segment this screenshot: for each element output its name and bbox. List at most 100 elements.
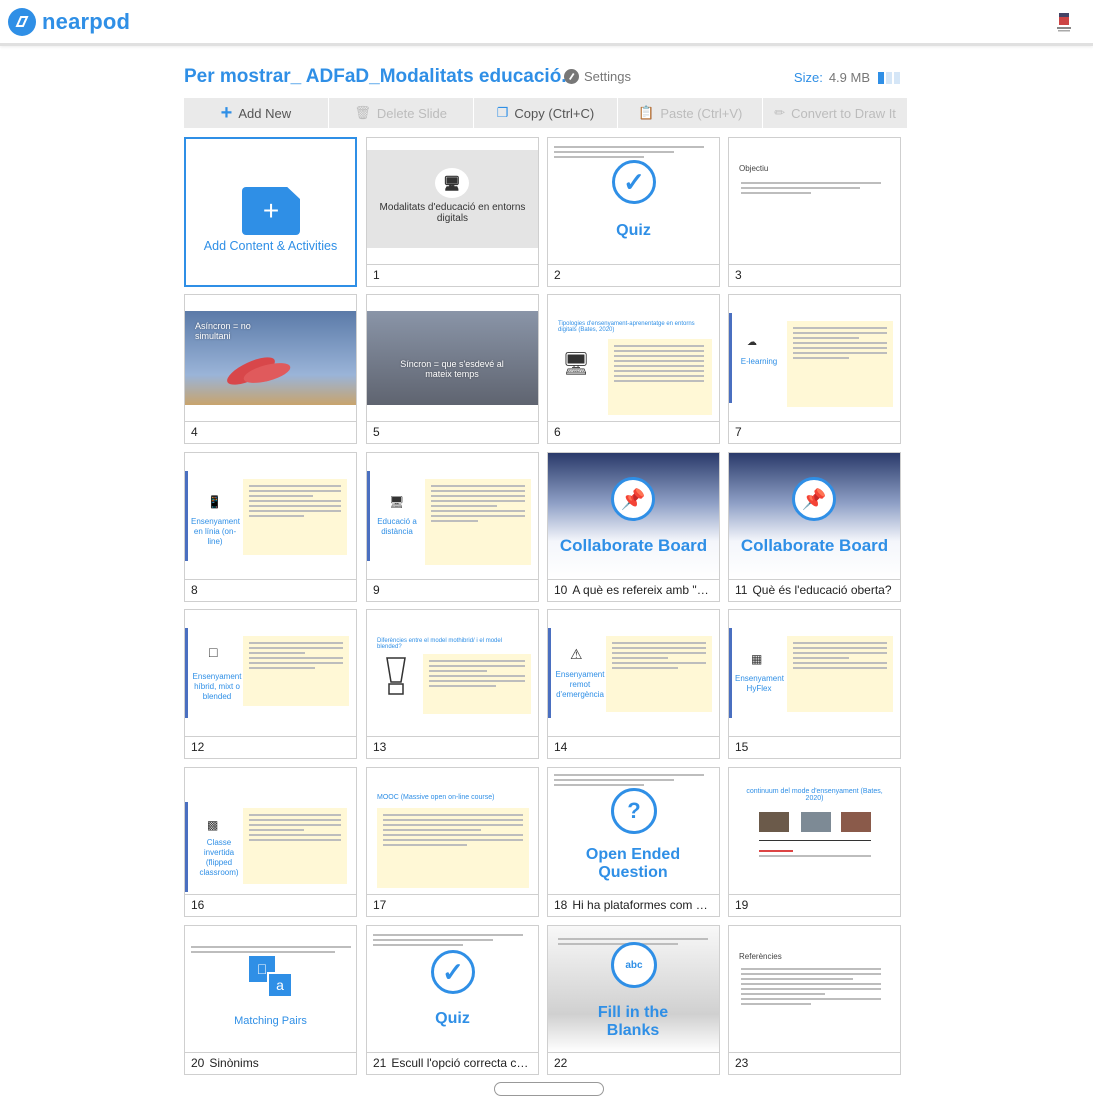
classroom-icon: ▩ — [207, 818, 219, 832]
slide-label: 7 — [729, 421, 900, 443]
slide-thumbnail: abc Fill in the Blanks — [548, 926, 719, 1052]
slide-card[interactable]: 📌 Collaborate Board 10 A què es refereix … — [547, 452, 720, 602]
slide-label: 1 — [367, 264, 538, 286]
slide-thumbnail: Objectiu — [729, 138, 900, 264]
slide-thumbnail: ▩ Classe invertida (flipped classroom) — [185, 768, 356, 894]
phone-icon: 📱 — [207, 495, 222, 509]
slide-label: 14 — [548, 736, 719, 758]
slide-card[interactable]: ▩ Classe invertida (flipped classroom) 1… — [184, 767, 357, 917]
size-indicator: Size: 4.9 MB — [794, 70, 900, 85]
slide-thumbnail: 📱 Ensenyament en línia (on-line) — [185, 453, 356, 579]
slide-card[interactable]: ▦ Ensenyament HyFlex 15 — [728, 609, 901, 759]
thumb-title: Diferències entre el model mothibrid/ i … — [377, 638, 503, 650]
size-label: Size: — [793, 70, 823, 85]
slide-thumbnail: □ Ensenyament híbrid, mixt o blended — [185, 610, 356, 736]
copy-icon: ❐ — [496, 105, 509, 120]
activity-title: Matching Pairs — [234, 1015, 307, 1027]
add-content-card[interactable]: + Add Content & Activities — [184, 137, 357, 287]
add-new-button[interactable]: + Add New — [184, 98, 329, 128]
activity-title: Quiz — [616, 222, 651, 239]
slide-card[interactable]: 🖥 Educació a distància 9 — [366, 452, 539, 602]
slide-card[interactable]: ☁ E-learning 7 — [728, 294, 901, 444]
slide-label: 19 — [729, 894, 900, 916]
slide-label: 22 — [548, 1052, 719, 1074]
convert-to-draw-it-button[interactable]: ✏ Convert to Draw It — [763, 98, 907, 128]
slide-card[interactable]: Diferències entre el model mothibrid/ i … — [366, 609, 539, 759]
board-pin-icon: 📌 — [792, 477, 836, 521]
presentation-header: Per mostrar_ ADFaD_Modalitats educació..… — [184, 62, 900, 94]
thumb-title: Objectiu — [739, 164, 769, 173]
monitor-icon: 🖥 — [389, 495, 405, 509]
slide-thumbnail: ☁ E-learning — [729, 295, 900, 421]
copy-button[interactable]: ❐ Copy (Ctrl+C) — [474, 98, 619, 128]
slide-thumbnail: Síncron = que s'esdevé al mateix temps — [367, 295, 538, 421]
slide-card[interactable]: Asíncron = no simultani 4 — [184, 294, 357, 444]
slide-thumbnail: ? Open Ended Question — [548, 768, 719, 894]
slide-thumbnail: ✓ Quiz — [367, 926, 538, 1052]
slide-thumbnail: Diferències entre el model mothibrid/ i … — [367, 610, 538, 736]
nearpod-logo[interactable]: nearpod — [8, 8, 130, 36]
slide-card[interactable]: Síncron = que s'esdevé al mateix temps 5 — [366, 294, 539, 444]
slide-thumbnail:  a Matching Pairs — [185, 926, 356, 1052]
blender-icon — [386, 657, 406, 695]
slide-thumbnail: Asíncron = no simultani — [185, 295, 356, 421]
monitor-icon: 🖥 — [435, 168, 469, 198]
activity-title: Fill in the Blanks — [597, 1004, 669, 1039]
slide-label: 3 — [729, 264, 900, 286]
fill-blanks-icon: abc — [611, 942, 657, 988]
slide-card[interactable]: 📌 Collaborate Board 11 Què és l'educació … — [728, 452, 901, 602]
slide-card[interactable]:  a Matching Pairs 20Sinònims — [184, 925, 357, 1075]
slide-thumbnail: Referències — [729, 926, 900, 1052]
slide-card[interactable]: Tipologies d'ensenyament-aprenentatge en… — [547, 294, 720, 444]
slide-thumbnail: 📌 Collaborate Board — [729, 453, 900, 579]
settings-label: Settings — [584, 69, 631, 84]
slide-thumbnail: 📌 Collaborate Board — [548, 453, 719, 579]
delete-slide-button[interactable]: 🗑 Delete Slide — [329, 98, 474, 128]
slide-label: 5 — [367, 421, 538, 443]
paste-button[interactable]: 📋 Paste (Ctrl+V) — [618, 98, 764, 128]
nearpod-logo-icon — [8, 8, 36, 36]
slide-card[interactable]: □ Ensenyament híbrid, mixt o blended 12 — [184, 609, 357, 759]
slide-card[interactable]: ? Open Ended Question 18 Hi ha plataforme… — [547, 767, 720, 917]
slide-card[interactable]: MOOC (Massive open on-line course) 17 — [366, 767, 539, 917]
slide-label: 2 — [548, 264, 719, 286]
letter-a-icon: a — [267, 972, 293, 998]
slide-card[interactable]: continuum del mode d'ensenyament (Bates,… — [728, 767, 901, 917]
top-bar: nearpod — [0, 0, 1093, 46]
organization-crest-icon[interactable] — [1057, 12, 1071, 34]
activity-title: Collaborate Board — [559, 536, 708, 555]
slide-thumbnail: ▦ Ensenyament HyFlex — [729, 610, 900, 736]
slide-card[interactable]: 🖥 Modalitats d'educació en entorns digit… — [366, 137, 539, 287]
logo-text: nearpod — [42, 9, 131, 34]
slide-card[interactable]: ✓ Quiz 21 Escull l'opció correcta corr... — [366, 925, 539, 1075]
slide-card[interactable]: ✓ Quiz 2 — [547, 137, 720, 287]
slide-label: 17 — [367, 894, 538, 916]
thumb-title: Síncron = que s'esdevé al mateix temps — [400, 359, 504, 379]
settings-button[interactable]: Settings — [564, 69, 631, 84]
slide-card[interactable]: Referències 23 — [728, 925, 901, 1075]
thumb-title: Ensenyament híbrid, mixt o blended — [192, 672, 242, 701]
checkmark-icon: ✓ — [612, 160, 656, 204]
slide-card[interactable]: ⚠ Ensenyament remot d'emergència 14 — [547, 609, 720, 759]
trash-icon: 🗑 — [354, 105, 371, 120]
add-content-label: Add Content & Activities — [203, 239, 338, 253]
slide-thumbnail: ✓ Quiz — [548, 138, 719, 264]
slide-thumbnail: Tipologies d'ensenyament-aprenentatge en… — [548, 295, 719, 421]
thumb-title: Ensenyament en línia (on-line) — [191, 517, 240, 546]
slide-card[interactable]: 📱 Ensenyament en línia (on-line) 8 — [184, 452, 357, 602]
activity-title: Open Ended Question — [585, 846, 681, 881]
load-more-button[interactable] — [494, 1082, 604, 1096]
thumb-title: Ensenyament remot d'emergència — [555, 670, 605, 699]
slide-label: 8 — [185, 579, 356, 601]
slide-card[interactable]: abc Fill in the Blanks 22 — [547, 925, 720, 1075]
slide-label: 10 A què es refereix amb "dist... — [548, 579, 719, 601]
board-pin-icon: 📌 — [611, 477, 655, 521]
presentation-title[interactable]: Per mostrar_ ADFaD_Modalitats educació..… — [184, 66, 577, 88]
slide-card[interactable]: Objectiu 3 — [728, 137, 901, 287]
question-document-icon: ? — [611, 788, 657, 834]
slide-label: 18 Hi ha plataformes com Co... — [548, 894, 719, 916]
slide-thumbnail: continuum del mode d'ensenyament (Bates,… — [729, 768, 900, 894]
document-icon: ▦ — [751, 652, 763, 666]
thumb-title: Asíncron = no simultani — [195, 321, 251, 341]
thumb-title: Referències — [739, 952, 782, 961]
